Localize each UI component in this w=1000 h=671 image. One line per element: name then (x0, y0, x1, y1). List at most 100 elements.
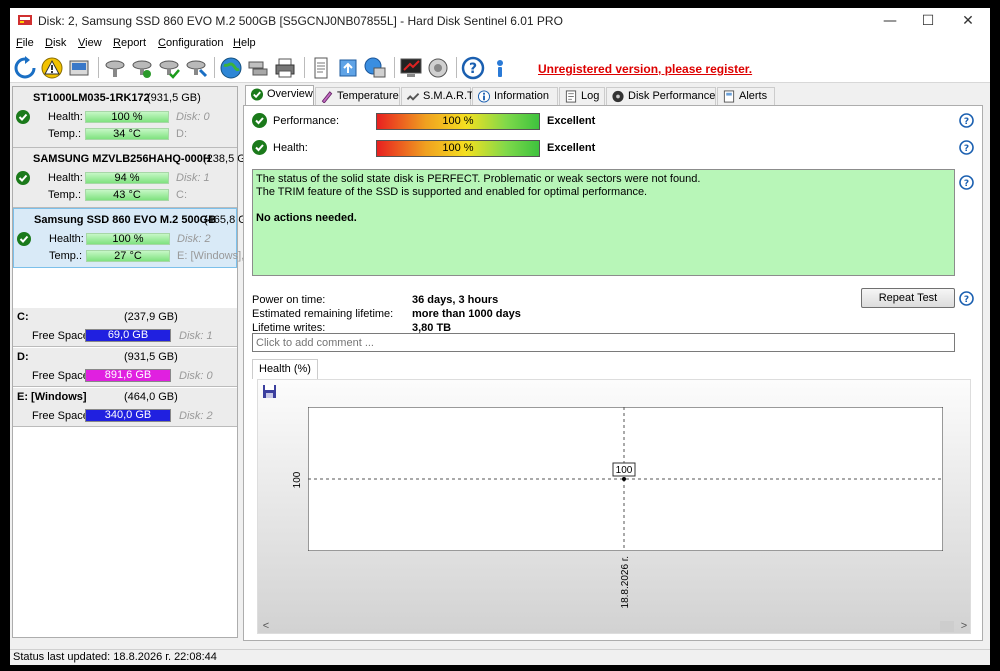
scroll-thumb[interactable] (940, 621, 954, 632)
toolbar: ? Unregistered version, please register. (10, 52, 990, 83)
health-bar: 94 % (85, 172, 169, 184)
temp-label: Temp.: (48, 189, 82, 201)
free-space-bar: 69,0 GB (85, 329, 171, 342)
disk-test-icon[interactable] (103, 56, 127, 80)
disk-entry[interactable]: ST1000LM035-1RK172 (931,5 GB) Health: 10… (13, 87, 237, 148)
monitor-icon[interactable] (399, 56, 423, 80)
disk-settings-icon[interactable] (184, 56, 208, 80)
health-chart: 100 100 18.8.2026 г. < > (257, 379, 971, 634)
volume-entry[interactable]: C: (237,9 GB) Free Space 69,0 GB Disk: 1 (13, 308, 237, 347)
volume-name: C: (17, 311, 29, 323)
disk-number: Disk: 1 (176, 172, 210, 184)
data-label: 100 (616, 465, 633, 476)
scroll-left-arrow[interactable]: < (258, 618, 274, 634)
report-icon[interactable] (309, 56, 333, 80)
health-rating: Excellent (547, 142, 596, 154)
check-icon (250, 88, 264, 101)
thermometer-icon (321, 91, 333, 103)
tab-alerts[interactable]: Alerts (717, 87, 775, 105)
disk-letters: E: [Windows], (177, 250, 245, 262)
volume-disk-number: Disk: 0 (179, 370, 213, 382)
minimize-button[interactable]: — (870, 8, 910, 34)
menu-view[interactable]: View (78, 37, 102, 49)
volume-entry[interactable]: D: (931,5 GB) Free Space 891,6 GB Disk: … (13, 348, 237, 387)
tab-label: Temperature (337, 90, 399, 102)
health-label: Health: (48, 172, 83, 184)
help-icon[interactable]: ? (959, 140, 974, 155)
temp-bar: 34 °C (85, 128, 169, 140)
repeat-test-button[interactable]: Repeat Test (861, 288, 955, 308)
menu-report[interactable]: Report (113, 37, 146, 49)
disk-letters: C: (176, 189, 187, 201)
ok-check-icon (252, 140, 267, 155)
comment-input[interactable] (252, 333, 955, 352)
health-bar: 100 % (376, 140, 540, 157)
tab-log[interactable]: Log (559, 87, 605, 105)
disk-number: Disk: 2 (177, 233, 211, 245)
tab-overview[interactable]: Overview (245, 85, 314, 106)
help-icon[interactable]: ? (959, 113, 974, 128)
menu-bar: File Disk View Report Configuration Help (10, 34, 990, 52)
temp-label: Temp.: (49, 250, 83, 262)
menu-help[interactable]: Help (233, 37, 256, 49)
disk-details-icon[interactable] (67, 56, 91, 80)
refresh-icon[interactable] (13, 56, 37, 80)
lifetime-value: more than 1000 days (412, 308, 521, 320)
disk-name: SAMSUNG MZVLB256HAHQ-000H (33, 153, 211, 165)
app-window: Disk: 2, Samsung SSD 860 EVO M.2 500GB [… (10, 8, 990, 665)
speaker-icon[interactable] (426, 56, 450, 80)
disk-number: Disk: 0 (176, 111, 210, 123)
surface-test-icon[interactable] (130, 56, 154, 80)
help-icon[interactable]: ? (461, 56, 485, 80)
toolbar-separator (98, 57, 99, 78)
tab-information[interactable]: Information (472, 87, 558, 105)
data-point (622, 477, 626, 481)
disk-entry-selected[interactable]: Samsung SSD 860 EVO M.2 500GB (465,8 GB … (13, 208, 254, 268)
performance-rating: Excellent (547, 115, 596, 127)
power-on-label: Power on time: (252, 294, 326, 306)
tab-smart[interactable]: S.M.A.R.T. (401, 87, 476, 105)
register-link[interactable]: Unregistered version, please register. (538, 62, 752, 76)
free-space-bar: 891,6 GB (85, 369, 171, 382)
print-icon[interactable] (273, 56, 297, 80)
scroll-right-arrow[interactable]: > (956, 618, 972, 634)
menu-configuration[interactable]: Configuration (158, 37, 223, 49)
svg-text:?: ? (964, 117, 969, 127)
help-icon[interactable]: ? (959, 291, 974, 306)
health-bar: 100 % (86, 233, 170, 245)
help-icon[interactable]: ? (959, 175, 974, 190)
disk-size: (931,5 GB) (147, 92, 201, 104)
tab-label: S.M.A.R.T. (423, 90, 476, 102)
network-disks-icon[interactable] (246, 56, 270, 80)
save-icon[interactable] (262, 384, 277, 399)
volume-size: (237,9 GB) (124, 311, 178, 323)
menu-file[interactable]: File (16, 37, 34, 49)
maximize-button[interactable]: ☐ (908, 8, 948, 34)
tab-temperature[interactable]: Temperature (315, 87, 400, 105)
close-button[interactable]: ✕ (948, 8, 988, 34)
toolbar-separator (456, 57, 457, 78)
tab-disk-performance[interactable]: Disk Performance (606, 87, 716, 105)
menu-disk[interactable]: Disk (45, 37, 66, 49)
y-tick-label: 100 (292, 471, 303, 488)
alert-icon[interactable] (40, 56, 64, 80)
free-space-label: Free Space (32, 410, 89, 422)
status-bar: Status last updated: 18.8.2026 г. 22:08:… (10, 649, 990, 665)
volume-entry[interactable]: E: [Windows] (464,0 GB) Free Space 340,0… (13, 388, 237, 427)
toolbar-separator (304, 57, 305, 78)
free-space-label: Free Space (32, 330, 89, 342)
globe-icon[interactable] (219, 56, 243, 80)
horizontal-scrollbar[interactable]: < > (258, 618, 972, 634)
info-icon[interactable] (488, 56, 512, 80)
disk-entry[interactable]: SAMSUNG MZVLB256HAHQ-000H (238,5 GB Heal… (13, 148, 253, 208)
send-report-icon[interactable] (363, 56, 387, 80)
tab-health-chart[interactable]: Health (%) (252, 359, 318, 379)
free-space-label: Free Space (32, 370, 89, 382)
verified-disk-icon[interactable] (157, 56, 181, 80)
health-label: Health: (49, 233, 84, 245)
performance-bar: 100 % (376, 113, 540, 130)
health-label: Health: (48, 111, 83, 123)
backup-icon[interactable] (336, 56, 360, 80)
svg-text:?: ? (964, 144, 969, 154)
ok-check-icon (16, 171, 30, 185)
